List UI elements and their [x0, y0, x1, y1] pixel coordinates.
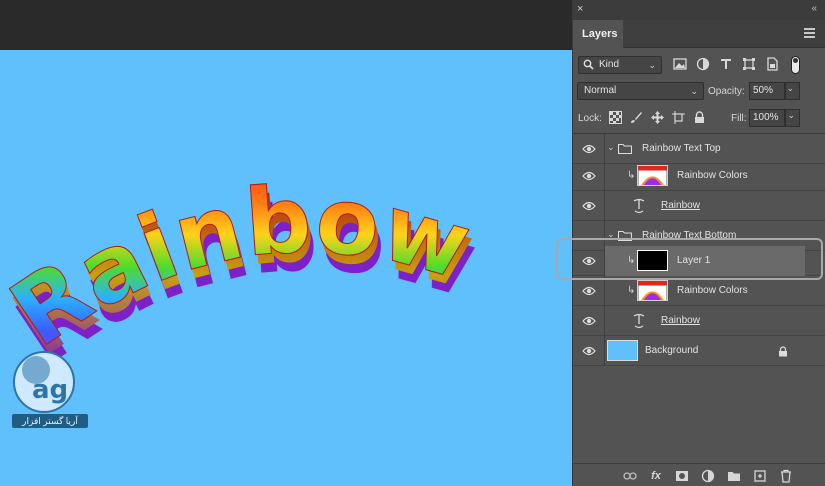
- adjustment-layer-icon[interactable]: [701, 469, 715, 483]
- fill-dropdown[interactable]: ⌄: [785, 109, 800, 127]
- opacity-label: Opacity:: [708, 86, 745, 97]
- panel-tabbar: Layers: [573, 20, 825, 48]
- panel-titlebar: × «: [573, 0, 825, 20]
- row-separator: [604, 134, 605, 164]
- new-group-icon[interactable]: [727, 469, 741, 483]
- workspace-top-area: [0, 0, 572, 50]
- lock-all-icon[interactable]: [693, 111, 706, 124]
- row-separator: [604, 191, 605, 221]
- layer-name: Background: [645, 345, 699, 356]
- new-layer-icon[interactable]: [753, 469, 767, 483]
- chevron-down-icon[interactable]: ⌄: [607, 142, 615, 153]
- watermark-text: آریا گستر افزار: [12, 414, 88, 428]
- lock-label: Lock:: [578, 113, 602, 124]
- clipping-mask-icon: ↳: [627, 285, 636, 296]
- layers-bottom-bar: fx: [573, 463, 825, 486]
- row-separator: [604, 336, 605, 366]
- lock-icon: [779, 346, 787, 357]
- layers-list: ⌄ Rainbow Text Top ↳ Rainbow Colors Rain…: [573, 133, 825, 463]
- layer-thumbnail: [607, 340, 638, 361]
- svg-text:ag: ag: [32, 375, 68, 405]
- chevron-down-icon[interactable]: ⌄: [607, 229, 615, 240]
- folder-icon: [618, 230, 632, 241]
- layer-name: Layer 1: [677, 255, 711, 266]
- visibility-eye-icon[interactable]: [582, 200, 596, 212]
- smart-object-filter-icon[interactable]: [765, 57, 779, 71]
- visibility-eye-icon[interactable]: [582, 143, 596, 155]
- layers-panel: × « Layers Kind ⌄ Normal ⌄ Opacity: 50% …: [572, 0, 825, 486]
- close-icon[interactable]: ×: [577, 3, 589, 15]
- lock-transparent-icon[interactable]: [609, 111, 622, 124]
- fill-label: Fill:: [731, 113, 747, 124]
- link-layers-icon[interactable]: [623, 469, 637, 483]
- shape-filter-icon[interactable]: [742, 57, 756, 71]
- layer-thumbnail: [637, 165, 668, 186]
- folder-icon: [618, 143, 632, 154]
- layer-row-rainbow-colors-top[interactable]: ↳ Rainbow Colors: [573, 161, 825, 191]
- chevron-down-icon: ⌄: [690, 86, 698, 96]
- layer-row-rainbow-colors-bottom[interactable]: ↳ Rainbow Colors: [573, 276, 825, 306]
- clipping-mask-icon: ↳: [627, 170, 636, 181]
- opacity-input[interactable]: 50%: [749, 82, 785, 100]
- clipping-mask-icon: ↳: [627, 255, 636, 266]
- layer-name: Rainbow Colors: [677, 285, 748, 296]
- layer-row-layer-1[interactable]: ↳ Layer 1: [573, 246, 825, 276]
- add-mask-icon[interactable]: [675, 469, 689, 483]
- layer-row-rainbow-text-bottom[interactable]: Rainbow: [573, 306, 825, 336]
- layer-name: Rainbow: [661, 315, 700, 326]
- chevron-down-icon: ⌄: [787, 110, 795, 120]
- fx-icon[interactable]: fx: [649, 469, 663, 483]
- bottom-icons: fx: [623, 469, 793, 483]
- layer-row-background[interactable]: Background: [573, 336, 825, 366]
- layer-row-group-rainbow-text-top[interactable]: ⌄ Rainbow Text Top: [573, 134, 825, 164]
- visibility-eye-icon[interactable]: [582, 170, 596, 182]
- row-separator: [604, 246, 605, 276]
- layer-filter-row: Kind ⌄: [573, 52, 825, 78]
- row-separator: [604, 161, 605, 191]
- search-icon: [583, 59, 594, 70]
- warped-text-icon: [633, 198, 645, 214]
- tab-layers[interactable]: Layers: [573, 20, 623, 48]
- layer-name: Rainbow Text Top: [642, 143, 721, 154]
- chevron-down-icon: ⌄: [786, 83, 794, 93]
- blend-mode-value: Normal: [584, 85, 617, 96]
- warped-text-icon: [633, 313, 645, 329]
- blend-row: Normal ⌄ Opacity: 50% ⌄: [573, 80, 825, 102]
- kind-label: Kind: [599, 59, 620, 70]
- fill-input[interactable]: 100%: [749, 109, 785, 127]
- lock-row: Lock: Fill: 100% ⌄: [573, 107, 825, 129]
- artwork-front-text: Rainbow: [0, 166, 481, 368]
- filter-toggle[interactable]: [791, 56, 800, 74]
- visibility-eye-icon[interactable]: [582, 255, 596, 267]
- row-separator: [604, 276, 605, 306]
- image-filter-icon[interactable]: [673, 57, 687, 71]
- layer-name: Rainbow Colors: [677, 170, 748, 181]
- type-filter-icon[interactable]: [719, 57, 733, 71]
- lock-position-icon[interactable]: [651, 111, 664, 124]
- adjustment-filter-icon[interactable]: [696, 57, 710, 71]
- chevron-down-icon: ⌄: [648, 60, 656, 70]
- blend-mode-select[interactable]: Normal ⌄: [577, 82, 704, 100]
- filter-icons: [673, 57, 779, 75]
- layer-thumbnail: [637, 280, 668, 301]
- kind-filter-select[interactable]: Kind ⌄: [578, 56, 662, 74]
- opacity-dropdown[interactable]: ⌄: [785, 82, 800, 100]
- workspace: Rainbow Rainbow Rainbow ag آریا گستر افز…: [0, 0, 572, 486]
- lock-icons: [609, 111, 706, 124]
- layer-name: Rainbow: [661, 200, 700, 211]
- layer-thumbnail: [637, 250, 668, 271]
- row-separator: [604, 306, 605, 336]
- panel-menu-icon[interactable]: [804, 28, 815, 38]
- delete-layer-icon[interactable]: [779, 469, 793, 483]
- collapse-icon[interactable]: «: [811, 3, 816, 14]
- layer-row-rainbow-text-top[interactable]: Rainbow: [573, 191, 825, 221]
- lock-artboard-icon[interactable]: [672, 111, 685, 124]
- layer-name: Rainbow Text Bottom: [642, 230, 737, 241]
- visibility-eye-icon[interactable]: [582, 315, 596, 327]
- visibility-eye-icon[interactable]: [582, 285, 596, 297]
- visibility-eye-icon[interactable]: [582, 345, 596, 357]
- lock-paint-icon[interactable]: [630, 111, 643, 124]
